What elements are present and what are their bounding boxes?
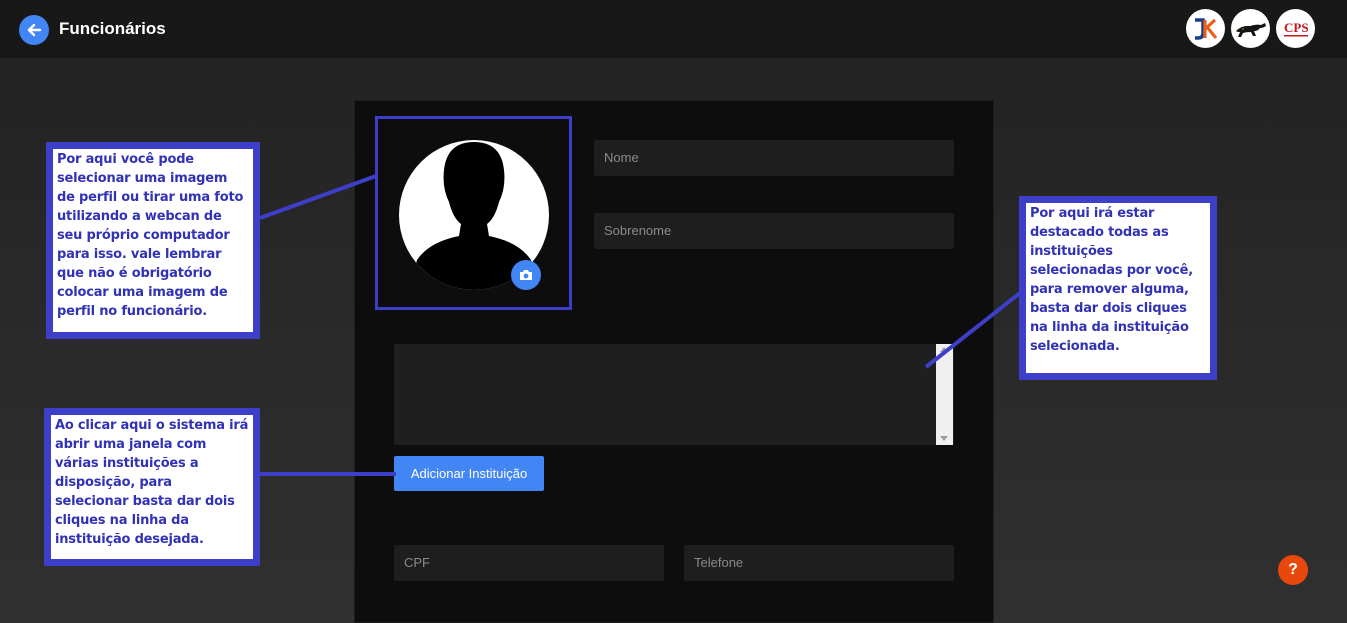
sobrenome-field[interactable]: Sobrenome — [594, 213, 954, 249]
annotation-list-text: Por aqui irá estar destacado todas as in… — [1026, 203, 1210, 373]
cps-logo: CPS — [1276, 9, 1315, 48]
scroll-up-icon[interactable] — [940, 347, 948, 352]
back-button[interactable] — [19, 15, 49, 45]
annotation-add-button: Ao clicar aqui o sistema irá abrir uma j… — [44, 408, 260, 566]
annotation-photo-text: Por aqui você pode selecionar uma imagem… — [53, 149, 253, 332]
jk-logo — [1186, 9, 1225, 48]
svg-text:CPS: CPS — [1284, 20, 1309, 35]
add-institution-button[interactable]: Adicionar Instituição — [394, 456, 544, 491]
scroll-down-icon[interactable] — [940, 436, 948, 441]
camera-icon — [520, 270, 532, 280]
annotation-photo: Por aqui você pode selecionar uma imagem… — [46, 142, 260, 339]
arrow-left-icon — [27, 23, 42, 37]
help-button[interactable]: ? — [1278, 555, 1308, 585]
annotation-list: Por aqui irá estar destacado todas as in… — [1019, 196, 1217, 380]
photo-highlight-frame — [375, 116, 572, 310]
telefone-field[interactable]: Telefone — [684, 545, 954, 581]
top-bar: Funcionários CPS — [0, 0, 1347, 58]
jaguar-logo — [1231, 9, 1270, 48]
cpf-field[interactable]: CPF — [394, 545, 664, 581]
page-title: Funcionários — [59, 19, 166, 38]
institutions-list[interactable] — [394, 344, 954, 445]
annotation-add-button-text: Ao clicar aqui o sistema irá abrir uma j… — [51, 415, 253, 559]
nome-field[interactable]: Nome — [594, 140, 954, 176]
camera-button[interactable] — [511, 260, 541, 290]
institutions-scrollbar[interactable] — [936, 344, 953, 445]
